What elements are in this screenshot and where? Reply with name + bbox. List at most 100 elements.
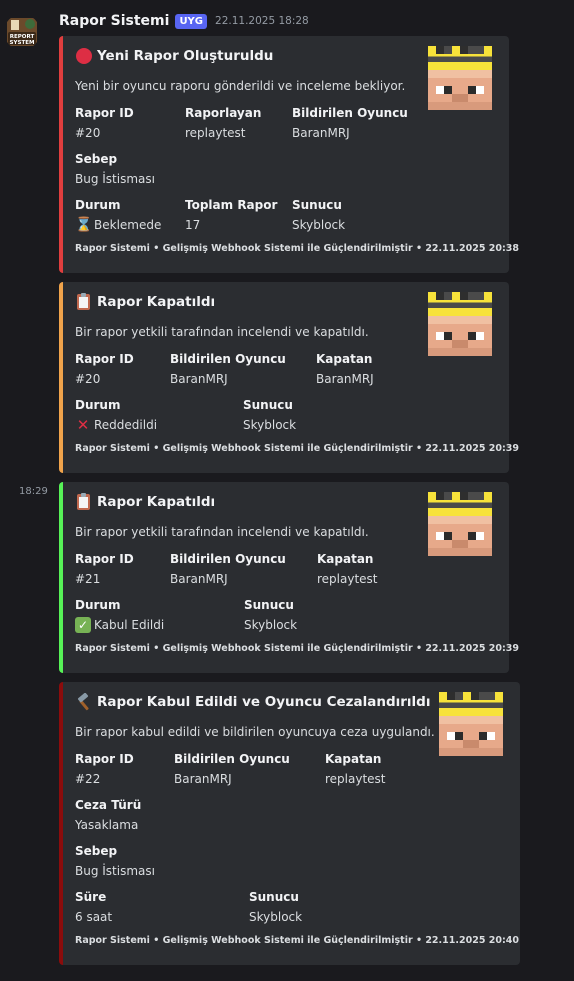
embed-title-text: Rapor Kabul Edildi ve Oyuncu Cezalandırı…	[97, 694, 431, 710]
field-value: 6 saat	[75, 910, 113, 924]
field-server: Sunucu Skyblock	[244, 597, 297, 633]
field-value: replaytest	[325, 772, 386, 786]
cross-mark-icon: ✕	[76, 416, 90, 434]
field-value: replaytest	[185, 126, 246, 140]
field-reported-player: Bildirilen Oyuncu BaranMRJ	[170, 351, 286, 387]
field-closed-by: Kapatan BaranMRJ	[316, 351, 374, 387]
field-reporter: Raporlayan replaytest	[185, 105, 261, 141]
field-value: BaranMRJ	[170, 372, 228, 386]
field-value: #20	[75, 126, 101, 140]
embed-report-closed-rejected: Rapor Kapatıldı Bir rapor yetkili tarafı…	[59, 282, 519, 473]
app-tag-badge: UYG	[175, 13, 208, 29]
embed-title-text: Rapor Kapatıldı	[97, 494, 216, 510]
field-name: Rapor ID	[75, 552, 134, 566]
embed-footer: Rapor Sistemi • Gelişmiş Webhook Sistemi…	[75, 443, 519, 454]
embed-title: Rapor Kapatıldı	[75, 493, 215, 511]
field-name: Rapor ID	[75, 106, 134, 120]
hourglass-icon: ⌛	[75, 217, 93, 233]
field-penalty-type: Ceza Türü Yasaklama	[75, 797, 141, 833]
field-closed-by: Kapatan replaytest	[317, 551, 378, 587]
field-report-id: Rapor ID #20	[75, 351, 134, 387]
field-value: BaranMRJ	[316, 372, 374, 386]
field-name: Rapor ID	[75, 352, 134, 366]
field-closed-by: Kapatan replaytest	[325, 751, 386, 787]
field-name: Raporlayan	[185, 106, 262, 120]
report-system-logo: REPORT SYSTEM	[4, 14, 40, 50]
field-name: Bildirilen Oyuncu	[292, 106, 408, 120]
player-head-thumbnail[interactable]	[428, 46, 492, 110]
embed-footer: Rapor Sistemi • Gelişmiş Webhook Sistemi…	[75, 243, 519, 254]
field-name: Sebep	[75, 152, 118, 166]
field-name: Sunucu	[244, 598, 294, 612]
avatar-text-line2: SYSTEM	[10, 40, 35, 46]
embed-title-text: Yeni Rapor Oluşturuldu	[97, 48, 274, 64]
field-reported-player: Bildirilen Oyuncu BaranMRJ	[174, 751, 290, 787]
embed-title: Rapor Kapatıldı	[75, 293, 215, 311]
field-server: Sunucu Skyblock	[243, 397, 296, 433]
field-reported-player: Bildirilen Oyuncu BaranMRJ	[292, 105, 408, 141]
field-name: Durum	[75, 198, 121, 212]
field-report-id: Rapor ID #22	[75, 751, 134, 787]
message-header: Rapor Sistemi UYG 22.11.2025 18:28	[59, 13, 309, 29]
field-value: #21	[75, 572, 101, 586]
field-name: Sunucu	[249, 890, 299, 904]
field-name: Kapatan	[325, 752, 382, 766]
side-timestamp[interactable]: 18:29	[19, 486, 48, 497]
field-value: Skyblock	[249, 910, 303, 924]
field-name: Sunucu	[292, 198, 342, 212]
author-name[interactable]: Rapor Sistemi	[59, 13, 169, 29]
field-name: Bildirilen Oyuncu	[170, 552, 286, 566]
field-value: Bug İstisması	[75, 172, 155, 186]
field-status: Durum ✓ Kabul Edildi	[75, 597, 164, 633]
field-duration: Süre 6 saat	[75, 889, 112, 925]
field-server: Sunucu Skyblock	[249, 889, 302, 925]
player-head-thumbnail[interactable]	[428, 492, 492, 556]
field-name: Sunucu	[243, 398, 293, 412]
embed-footer: Rapor Sistemi • Gelişmiş Webhook Sistemi…	[75, 935, 519, 946]
field-value: replaytest	[317, 572, 378, 586]
player-head-thumbnail[interactable]	[428, 292, 492, 356]
embed-new-report: Yeni Rapor Oluşturuldu Yeni bir oyuncu r…	[59, 36, 519, 273]
field-reported-player: Bildirilen Oyuncu BaranMRJ	[170, 551, 286, 587]
clipboard-icon	[75, 493, 93, 511]
clipboard-icon	[75, 293, 93, 311]
field-name: Süre	[75, 890, 107, 904]
embed-description: Bir rapor yetkili tarafından incelendi v…	[75, 525, 369, 539]
embed-report-closed-accepted: Rapor Kapatıldı Bir rapor yetkili tarafı…	[59, 482, 519, 673]
field-name: Durum	[75, 398, 121, 412]
message-timestamp[interactable]: 22.11.2025 18:28	[215, 15, 309, 27]
hammer-icon	[75, 692, 93, 711]
field-value: #22	[75, 772, 101, 786]
field-value: Reddedildi	[94, 418, 158, 432]
field-value: Yasaklama	[75, 818, 139, 832]
field-reason: Sebep Bug İstisması	[75, 843, 155, 879]
field-value: BaranMRJ	[292, 126, 350, 140]
check-mark-icon: ✓	[75, 617, 91, 633]
field-value: 17	[185, 218, 201, 232]
red-circle-icon	[75, 47, 93, 65]
field-value: Bug İstisması	[75, 864, 155, 878]
embed-title-text: Rapor Kapatıldı	[97, 294, 216, 310]
field-name: Toplam Rapor	[185, 198, 278, 212]
field-name: Bildirilen Oyuncu	[170, 352, 286, 366]
field-value: Beklemede	[94, 218, 162, 232]
field-value: Skyblock	[292, 218, 346, 232]
embed-footer: Rapor Sistemi • Gelişmiş Webhook Sistemi…	[75, 643, 519, 654]
field-value: Kabul Edildi	[94, 618, 165, 632]
player-head-thumbnail[interactable]	[439, 692, 503, 756]
field-name: Sebep	[75, 844, 118, 858]
field-report-id: Rapor ID #20	[75, 105, 134, 141]
field-name: Ceza Türü	[75, 798, 142, 812]
field-value: BaranMRJ	[170, 572, 228, 586]
field-report-id: Rapor ID #21	[75, 551, 134, 587]
embed-report-accepted-punished: Rapor Kabul Edildi ve Oyuncu Cezalandırı…	[59, 682, 520, 965]
embed-description: Yeni bir oyuncu raporu gönderildi ve inc…	[75, 79, 406, 93]
field-value: BaranMRJ	[174, 772, 232, 786]
field-value: #20	[75, 372, 101, 386]
embed-title: Yeni Rapor Oluşturuldu	[75, 47, 273, 65]
bot-avatar[interactable]: REPORT SYSTEM	[4, 14, 40, 50]
embed-title: Rapor Kabul Edildi ve Oyuncu Cezalandırı…	[75, 692, 431, 711]
field-name: Bildirilen Oyuncu	[174, 752, 290, 766]
field-value: Skyblock	[243, 418, 297, 432]
field-name: Kapatan	[316, 352, 373, 366]
